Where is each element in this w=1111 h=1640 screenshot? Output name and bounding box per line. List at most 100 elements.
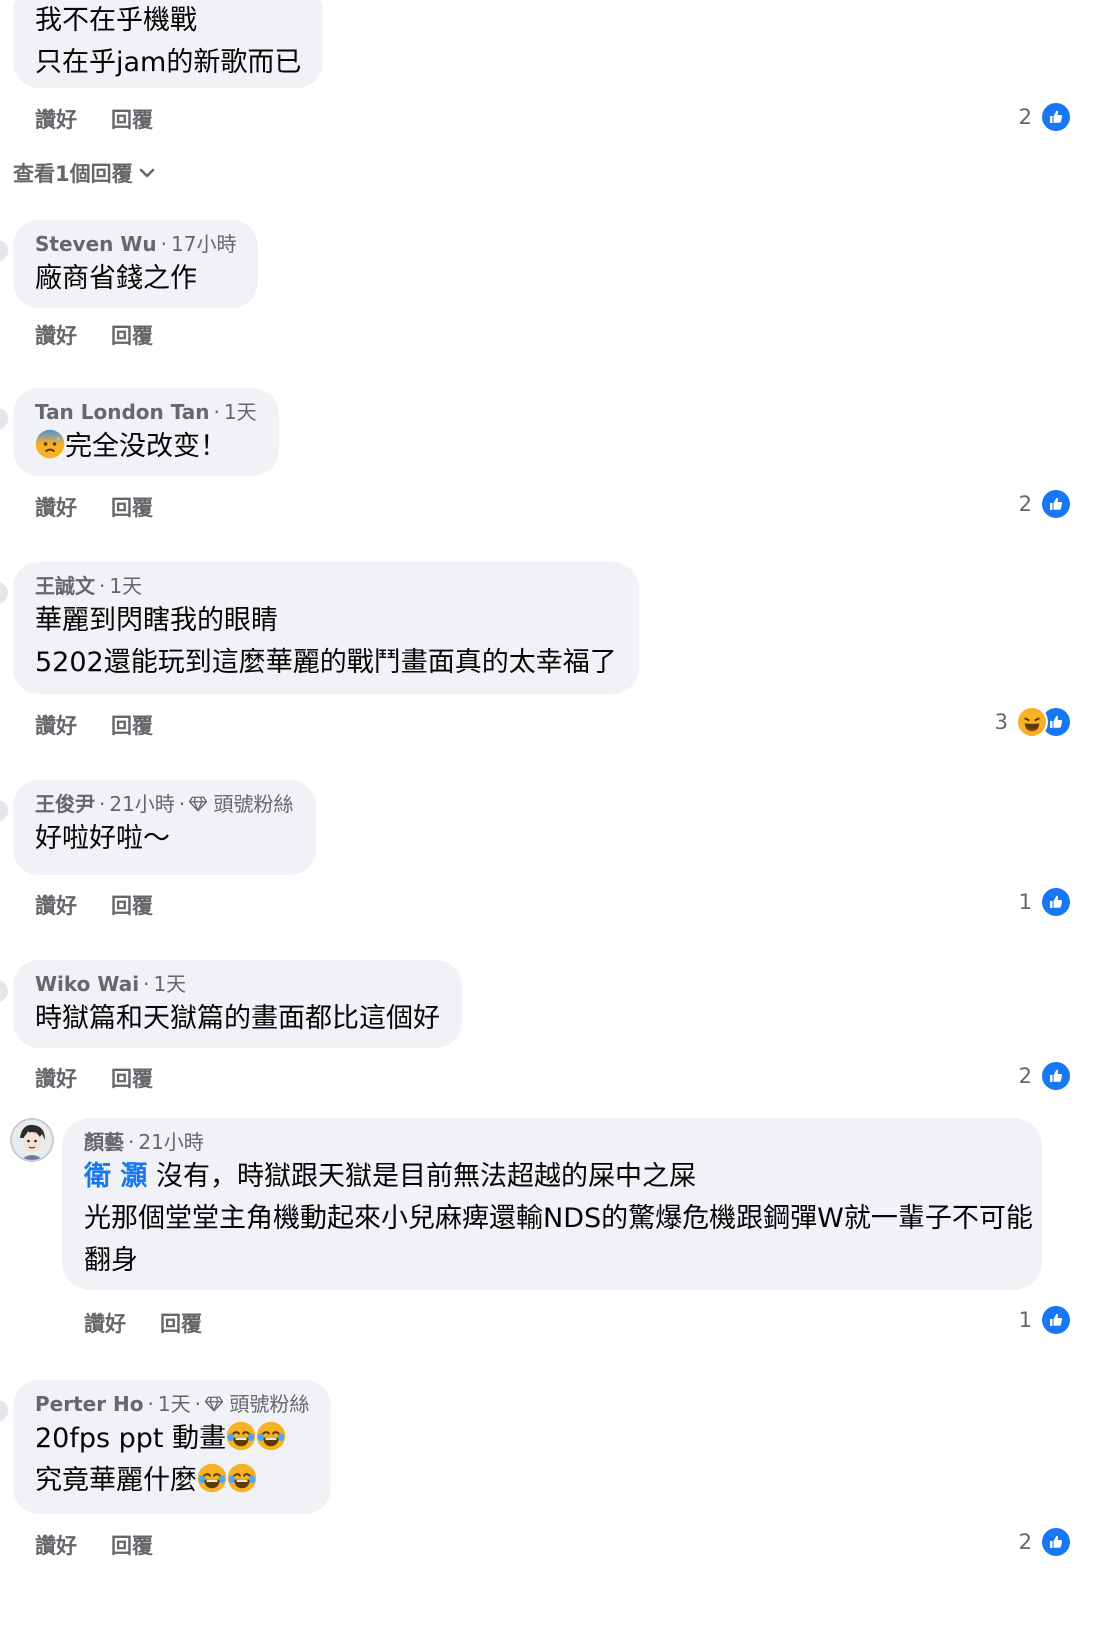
view-replies-label: 查看1個回覆: [13, 162, 133, 186]
reaction-count: 3: [994, 710, 1008, 734]
comment-bubble: Tan London Tan · 1天 完全没改变！: [13, 388, 279, 476]
crying-laughing-emoji-icon: [226, 1421, 256, 1451]
avatar[interactable]: [0, 408, 8, 430]
comment-actions: 讚好 回覆: [35, 492, 153, 522]
reaction-count: 2: [1018, 1064, 1032, 1088]
comment-author[interactable]: 王誠文: [35, 574, 95, 598]
comment-text-content: 完全没改变！: [65, 431, 227, 462]
comment-bubble: Perter Ho · 1天 · 頭號粉絲 20fps ppt 動畫 究竟華麗什麼: [13, 1380, 332, 1514]
comment-meta: 王俊尹 · 21小時 · 頭號粉絲: [35, 792, 294, 816]
avatar[interactable]: [0, 800, 8, 822]
avatar[interactable]: [0, 582, 8, 604]
comment-bubble: Steven Wu · 17小時 廠商省錢之作: [13, 220, 259, 308]
comment-author[interactable]: Tan London Tan: [35, 400, 210, 424]
like-button[interactable]: 讚好: [35, 492, 77, 522]
comment-text: 20fps ppt 動畫: [35, 1418, 309, 1460]
comment-text: 我不在乎機戰: [35, 5, 197, 36]
comment-actions: 讚好 回覆: [35, 104, 153, 134]
comment-text-content: 20fps ppt 動畫: [35, 1423, 227, 1454]
like-reaction-icon: [1040, 1060, 1072, 1092]
comment-text-content: 沒有，時獄跟天獄是目前無法超越的屎中之屎: [156, 1161, 696, 1192]
reply-button[interactable]: 回覆: [111, 1063, 153, 1093]
comment-author[interactable]: Perter Ho: [35, 1392, 144, 1416]
comment-meta: Perter Ho · 1天 · 頭號粉絲: [35, 1392, 310, 1416]
comment-author[interactable]: Wiko Wai: [35, 972, 139, 996]
top-fan-badge: 頭號粉絲: [213, 792, 294, 816]
comment-time[interactable]: 17小時: [171, 232, 236, 256]
reaction-count: 2: [1018, 1530, 1032, 1554]
avatar[interactable]: [0, 240, 8, 262]
like-reaction-icon: [1040, 488, 1072, 520]
like-reaction-icon: [1040, 886, 1072, 918]
mention-link[interactable]: 衛 灝: [84, 1161, 147, 1192]
reply-button[interactable]: 回覆: [111, 320, 153, 350]
comment-meta: 顏藝 · 21小時: [84, 1130, 204, 1154]
comment-author[interactable]: 王俊尹: [35, 792, 95, 816]
comment-author[interactable]: Steven Wu: [35, 232, 157, 256]
top-fan-diamond-icon: [189, 796, 207, 812]
comment-text: 時獄篇和天獄篇的畫面都比這個好: [35, 1003, 440, 1034]
like-reaction-icon: [1040, 101, 1072, 133]
comment-actions: 讚好 回覆: [35, 1530, 153, 1560]
like-button[interactable]: 讚好: [35, 1530, 77, 1560]
reaction-summary[interactable]: 1: [1019, 1304, 1072, 1336]
crying-laughing-emoji-icon: [256, 1421, 286, 1451]
like-button[interactable]: 讚好: [84, 1308, 126, 1338]
view-replies-button[interactable]: 查看1個回覆: [13, 158, 155, 188]
reply-button[interactable]: 回覆: [111, 890, 153, 920]
reaction-summary[interactable]: 2: [1019, 488, 1072, 520]
top-fan-badge: 頭號粉絲: [229, 1392, 310, 1416]
comment-text: 完全没改变！: [35, 426, 257, 468]
comment-time[interactable]: 21小時: [109, 792, 174, 816]
reaction-count: 2: [1018, 492, 1032, 516]
comment-meta: 王誠文 · 1天: [35, 574, 143, 598]
comment-author[interactable]: 顏藝: [84, 1130, 124, 1154]
anxious-face-emoji-icon: [35, 429, 65, 459]
avatar-image: [12, 1120, 52, 1160]
comment-time[interactable]: 1天: [158, 1392, 191, 1416]
like-button[interactable]: 讚好: [35, 320, 77, 350]
comment-actions: 讚好 回覆: [35, 890, 153, 920]
comment-meta: Tan London Tan · 1天: [35, 400, 257, 424]
comment-text: 究竟華麗什麼: [35, 1460, 309, 1502]
avatar[interactable]: [10, 1118, 54, 1162]
reaction-summary[interactable]: 2: [1019, 1060, 1072, 1092]
reaction-summary[interactable]: 2: [1019, 1526, 1072, 1558]
reaction-count: 2: [1018, 105, 1032, 129]
avatar[interactable]: [0, 1400, 8, 1422]
like-reaction-icon: [1040, 1304, 1072, 1336]
reaction-summary[interactable]: 1: [1019, 886, 1072, 918]
comment-text: 5202還能玩到這麼華麗的戰鬥畫面真的太幸福了: [35, 647, 617, 678]
like-button[interactable]: 讚好: [35, 710, 77, 740]
like-button[interactable]: 讚好: [35, 890, 77, 920]
haha-reaction-icon: [1016, 706, 1048, 738]
comment-time[interactable]: 21小時: [138, 1130, 203, 1154]
like-button[interactable]: 讚好: [35, 104, 77, 134]
like-reaction-icon: [1040, 1526, 1072, 1558]
reaction-count: 1: [1018, 1308, 1032, 1332]
reply-button[interactable]: 回覆: [160, 1308, 202, 1338]
comment-text: 好啦好啦～: [35, 823, 170, 854]
crying-laughing-emoji-icon: [227, 1463, 257, 1493]
reaction-summary[interactable]: 3: [995, 706, 1072, 738]
avatar[interactable]: [0, 980, 8, 1002]
comment-time[interactable]: 1天: [109, 574, 142, 598]
comment-actions: 讚好 回覆: [84, 1308, 202, 1338]
comment-text: 只在乎jam的新歌而已: [35, 47, 302, 78]
reply-button[interactable]: 回覆: [111, 1530, 153, 1560]
comment-text: 廠商省錢之作: [35, 263, 197, 294]
reply-button[interactable]: 回覆: [111, 492, 153, 522]
reaction-count: 1: [1018, 890, 1032, 914]
comment-meta: Wiko Wai · 1天: [35, 972, 187, 996]
reply-button[interactable]: 回覆: [111, 104, 153, 134]
comment-actions: 讚好 回覆: [35, 710, 153, 740]
reply-button[interactable]: 回覆: [111, 710, 153, 740]
comment-time[interactable]: 1天: [153, 972, 186, 996]
comment-text-content: 究竟華麗什麼: [35, 1465, 197, 1496]
comment-time[interactable]: 1天: [224, 400, 257, 424]
reaction-summary[interactable]: 2: [1019, 101, 1072, 133]
comment-text: 衛 灝 沒有，時獄跟天獄是目前無法超越的屎中之屎: [84, 1156, 1020, 1198]
like-button[interactable]: 讚好: [35, 1063, 77, 1093]
comment-text: 翻身: [84, 1245, 138, 1276]
comment-actions: 讚好 回覆: [35, 320, 153, 350]
